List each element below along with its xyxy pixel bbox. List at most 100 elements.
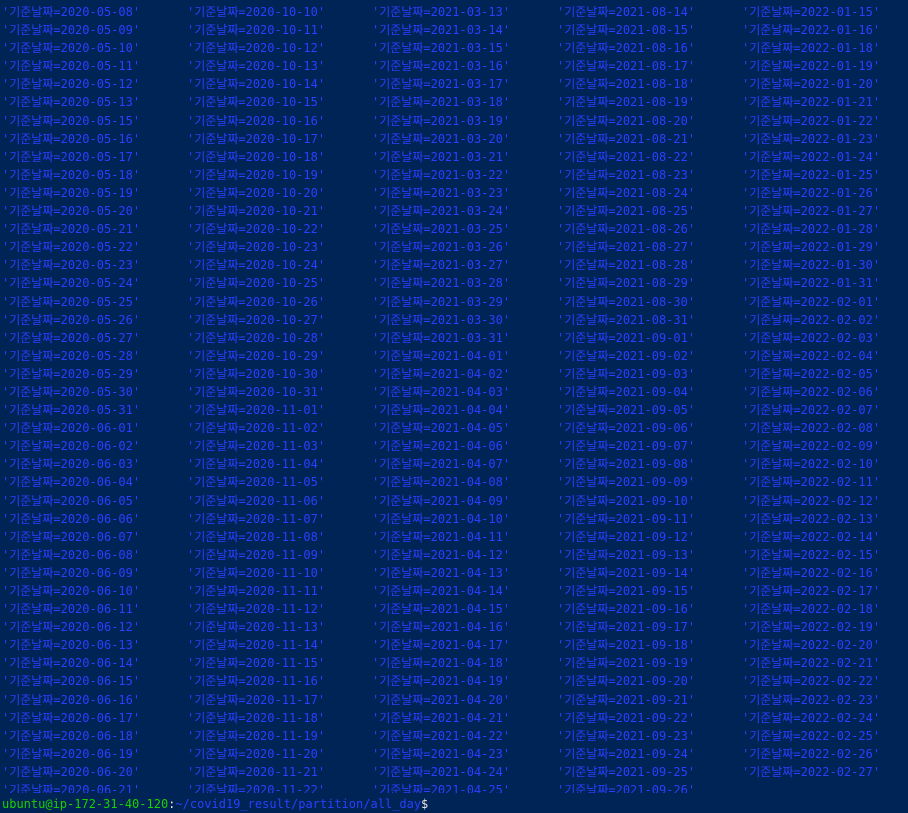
directory-entry[interactable]: '기준날짜=2021-04-13' [372, 564, 552, 582]
directory-entry[interactable]: '기준날짜=2020-06-08' [2, 546, 182, 564]
directory-entry[interactable]: '기준날짜=2021-04-21' [372, 709, 552, 727]
directory-entry[interactable]: '기준날짜=2020-06-07' [2, 528, 182, 546]
directory-entry[interactable]: '기준날짜=2021-03-30' [372, 311, 552, 329]
directory-entry[interactable]: '기준날짜=2021-08-21' [557, 130, 737, 148]
directory-entry[interactable]: '기준날짜=2022-01-16' [742, 21, 908, 39]
directory-entry[interactable]: '기준날짜=2020-06-05' [2, 492, 182, 510]
directory-entry[interactable]: '기준날짜=2022-01-29' [742, 238, 908, 256]
directory-entry[interactable]: '기준날짜=2022-02-20' [742, 636, 908, 654]
directory-entry[interactable]: '기준날짜=2022-01-27' [742, 202, 908, 220]
directory-entry[interactable]: '기준날짜=2022-02-16' [742, 564, 908, 582]
directory-entry[interactable]: '기준날짜=2020-11-13' [187, 618, 367, 636]
directory-entry[interactable]: '기준날짜=2021-09-07' [557, 437, 737, 455]
directory-entry[interactable]: '기준날짜=2022-01-24' [742, 148, 908, 166]
directory-entry[interactable]: '기준날짜=2021-04-07' [372, 455, 552, 473]
directory-entry[interactable]: '기준날짜=2021-03-13' [372, 3, 552, 21]
directory-entry[interactable]: '기준날짜=2022-02-25' [742, 727, 908, 745]
directory-entry[interactable]: '기준날짜=2022-01-19' [742, 57, 908, 75]
directory-entry[interactable]: '기준날짜=2022-02-23' [742, 691, 908, 709]
directory-entry[interactable]: '기준날짜=2020-06-04' [2, 473, 182, 491]
directory-entry[interactable]: '기준날짜=2020-11-16' [187, 672, 367, 690]
directory-entry[interactable]: '기준날짜=2021-09-18' [557, 636, 737, 654]
directory-entry[interactable]: '기준날짜=2021-08-18' [557, 75, 737, 93]
directory-entry[interactable]: '기준날짜=2020-11-10' [187, 564, 367, 582]
directory-entry[interactable]: '기준날짜=2021-09-15' [557, 582, 737, 600]
directory-entry[interactable]: '기준날짜=2020-05-20' [2, 202, 182, 220]
directory-entry[interactable]: '기준날짜=2022-02-06' [742, 383, 908, 401]
directory-entry[interactable]: '기준날짜=2020-10-24' [187, 256, 367, 274]
directory-entry[interactable]: '기준날짜=2021-09-10' [557, 492, 737, 510]
directory-entry[interactable]: '기준날짜=2020-11-04' [187, 455, 367, 473]
directory-entry[interactable]: '기준날짜=2021-04-18' [372, 654, 552, 672]
directory-entry[interactable]: '기준날짜=2020-11-22' [187, 781, 367, 793]
directory-entry[interactable]: '기준날짜=2021-03-18' [372, 93, 552, 111]
directory-entry[interactable]: '기준날짜=2021-08-22' [557, 148, 737, 166]
directory-entry[interactable]: '기준날짜=2022-02-21' [742, 654, 908, 672]
directory-entry[interactable]: '기준날짜=2021-03-20' [372, 130, 552, 148]
directory-entry[interactable]: '기준날짜=2021-09-23' [557, 727, 737, 745]
directory-entry[interactable]: '기준날짜=2021-08-15' [557, 21, 737, 39]
directory-entry[interactable]: '기준날짜=2021-09-21' [557, 691, 737, 709]
directory-entry[interactable]: '기준날짜=2021-04-24' [372, 763, 552, 781]
directory-entry[interactable]: '기준날짜=2021-03-25' [372, 220, 552, 238]
directory-entry[interactable]: '기준날짜=2021-04-22' [372, 727, 552, 745]
directory-entry[interactable]: '기준날짜=2021-04-19' [372, 672, 552, 690]
directory-entry[interactable]: '기준날짜=2022-02-22' [742, 672, 908, 690]
shell-prompt[interactable]: ubuntu@ip-172-31-40-120:~/covid19_result… [2, 795, 435, 813]
directory-entry[interactable]: '기준날짜=2021-09-06' [557, 419, 737, 437]
directory-entry[interactable]: '기준날짜=2020-05-27' [2, 329, 182, 347]
directory-entry[interactable]: '기준날짜=2020-05-11' [2, 57, 182, 75]
directory-entry[interactable]: '기준날짜=2021-09-17' [557, 618, 737, 636]
directory-entry[interactable]: '기준날짜=2021-08-31' [557, 311, 737, 329]
directory-entry[interactable]: '기준날짜=2020-10-23' [187, 238, 367, 256]
directory-entry[interactable]: '기준날짜=2020-06-01' [2, 419, 182, 437]
directory-entry[interactable]: '기준날짜=2021-03-26' [372, 238, 552, 256]
directory-entry[interactable]: '기준날짜=2020-11-05' [187, 473, 367, 491]
directory-entry[interactable]: '기준날짜=2021-04-04' [372, 401, 552, 419]
directory-entry[interactable]: '기준날짜=2021-04-20' [372, 691, 552, 709]
directory-entry[interactable]: '기준날짜=2021-09-08' [557, 455, 737, 473]
directory-entry[interactable]: '기준날짜=2022-02-08' [742, 419, 908, 437]
directory-entry[interactable]: '기준날짜=2022-01-15' [742, 3, 908, 21]
directory-entry[interactable]: '기준날짜=2020-11-11' [187, 582, 367, 600]
directory-entry[interactable]: '기준날짜=2020-11-02' [187, 419, 367, 437]
directory-entry[interactable]: '기준날짜=2020-06-20' [2, 763, 182, 781]
directory-entry[interactable]: '기준날짜=2021-03-29' [372, 293, 552, 311]
directory-entry[interactable]: '기준날짜=2021-04-02' [372, 365, 552, 383]
directory-entry[interactable]: '기준날짜=2021-08-24' [557, 184, 737, 202]
directory-entry[interactable]: '기준날짜=2022-01-23' [742, 130, 908, 148]
directory-entry[interactable]: '기준날짜=2021-09-25' [557, 763, 737, 781]
directory-entry[interactable]: '기준날짜=2020-05-10' [2, 39, 182, 57]
directory-entry[interactable]: '기준날짜=2022-02-24' [742, 709, 908, 727]
directory-entry[interactable]: '기준날짜=2020-10-10' [187, 3, 367, 21]
directory-entry[interactable]: '기준날짜=2020-11-12' [187, 600, 367, 618]
directory-entry[interactable]: '기준날짜=2021-04-14' [372, 582, 552, 600]
directory-entry[interactable]: '기준날짜=2020-06-03' [2, 455, 182, 473]
directory-entry[interactable]: '기준날짜=2021-09-09' [557, 473, 737, 491]
directory-entry[interactable]: '기준날짜=2020-10-20' [187, 184, 367, 202]
directory-entry[interactable]: '기준날짜=2021-08-26' [557, 220, 737, 238]
directory-entry[interactable]: '기준날짜=2020-10-21' [187, 202, 367, 220]
directory-entry[interactable]: '기준날짜=2021-09-20' [557, 672, 737, 690]
directory-entry[interactable]: '기준날짜=2020-05-16' [2, 130, 182, 148]
directory-entry[interactable]: '기준날짜=2020-10-28' [187, 329, 367, 347]
directory-entry[interactable]: '기준날짜=2020-06-21' [2, 781, 182, 793]
directory-entry[interactable]: '기준날짜=2021-09-11' [557, 510, 737, 528]
directory-entry[interactable]: '기준날짜=2020-06-19' [2, 745, 182, 763]
directory-entry[interactable]: '기준날짜=2021-04-25' [372, 781, 552, 793]
directory-entry[interactable]: '기준날짜=2022-02-09' [742, 437, 908, 455]
directory-entry[interactable]: '기준날짜=2020-05-08' [2, 3, 182, 21]
directory-entry[interactable]: '기준날짜=2020-11-15' [187, 654, 367, 672]
directory-entry[interactable]: '기준날짜=2020-10-29' [187, 347, 367, 365]
directory-entry[interactable]: '기준날짜=2022-02-18' [742, 600, 908, 618]
directory-entry[interactable]: '기준날짜=2021-09-24' [557, 745, 737, 763]
directory-entry[interactable]: '기준날짜=2020-06-14' [2, 654, 182, 672]
directory-entry[interactable]: '기준날짜=2021-03-19' [372, 112, 552, 130]
directory-entry[interactable]: '기준날짜=2020-10-31' [187, 383, 367, 401]
directory-entry[interactable]: '기준날짜=2022-02-05' [742, 365, 908, 383]
directory-entry[interactable]: '기준날짜=2020-11-17' [187, 691, 367, 709]
directory-entry[interactable]: '기준날짜=2020-05-15' [2, 112, 182, 130]
directory-entry[interactable]: '기준날짜=2021-03-22' [372, 166, 552, 184]
directory-entry[interactable]: '기준날짜=2021-03-14' [372, 21, 552, 39]
directory-entry[interactable]: '기준날짜=2021-08-20' [557, 112, 737, 130]
